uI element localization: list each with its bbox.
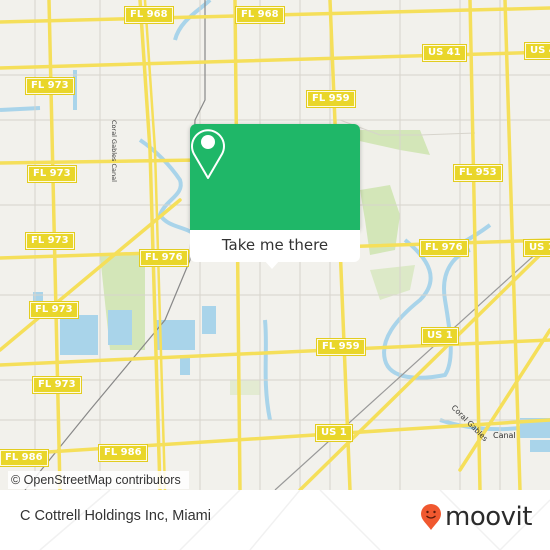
road-shield: US 41	[423, 45, 466, 61]
road-shield: FL 973	[26, 233, 74, 249]
moovit-logo[interactable]: moovit	[420, 502, 532, 532]
canal-label: Canal	[493, 431, 516, 440]
road-shield: FL 968	[125, 7, 173, 23]
road-shield: FL 973	[33, 377, 81, 393]
footer: C Cottrell Holdings Inc, Miami moovit	[0, 490, 550, 550]
map-attribution[interactable]: © OpenStreetMap contributors	[8, 471, 189, 489]
road-shield: FL 976	[140, 250, 188, 266]
map-view[interactable]: FL 968 FL 968 US 41 US 41 FL 973 FL 959 …	[0, 0, 550, 490]
road-shield: FL 973	[30, 302, 78, 318]
road-shield: US 1	[422, 328, 458, 344]
road-shield: FL 959	[307, 91, 355, 107]
popup-tail	[264, 260, 280, 269]
map-pin-icon	[191, 129, 225, 179]
road-shield: FL 959	[317, 339, 365, 355]
location-popup: Take me there	[190, 124, 360, 269]
take-me-there-button[interactable]: Take me there	[190, 230, 360, 262]
moovit-wordmark: moovit	[445, 502, 532, 532]
canal-label: Coral Gables Canal	[110, 120, 118, 182]
popup-header	[190, 124, 360, 230]
place-name: C Cottrell Holdings Inc, Miami	[20, 508, 211, 524]
road-shield: US 1	[524, 240, 550, 256]
road-shield: FL 973	[26, 78, 74, 94]
road-shield: US 41	[525, 43, 550, 59]
road-shield: FL 953	[454, 165, 502, 181]
moovit-face-icon	[421, 504, 441, 530]
road-shield: FL 986	[99, 445, 147, 461]
road-shield: FL 976	[420, 240, 468, 256]
road-shield: FL 973	[28, 166, 76, 182]
road-shield: FL 986	[0, 450, 48, 466]
road-shield: FL 968	[236, 7, 284, 23]
road-shield: US 1	[316, 425, 352, 441]
